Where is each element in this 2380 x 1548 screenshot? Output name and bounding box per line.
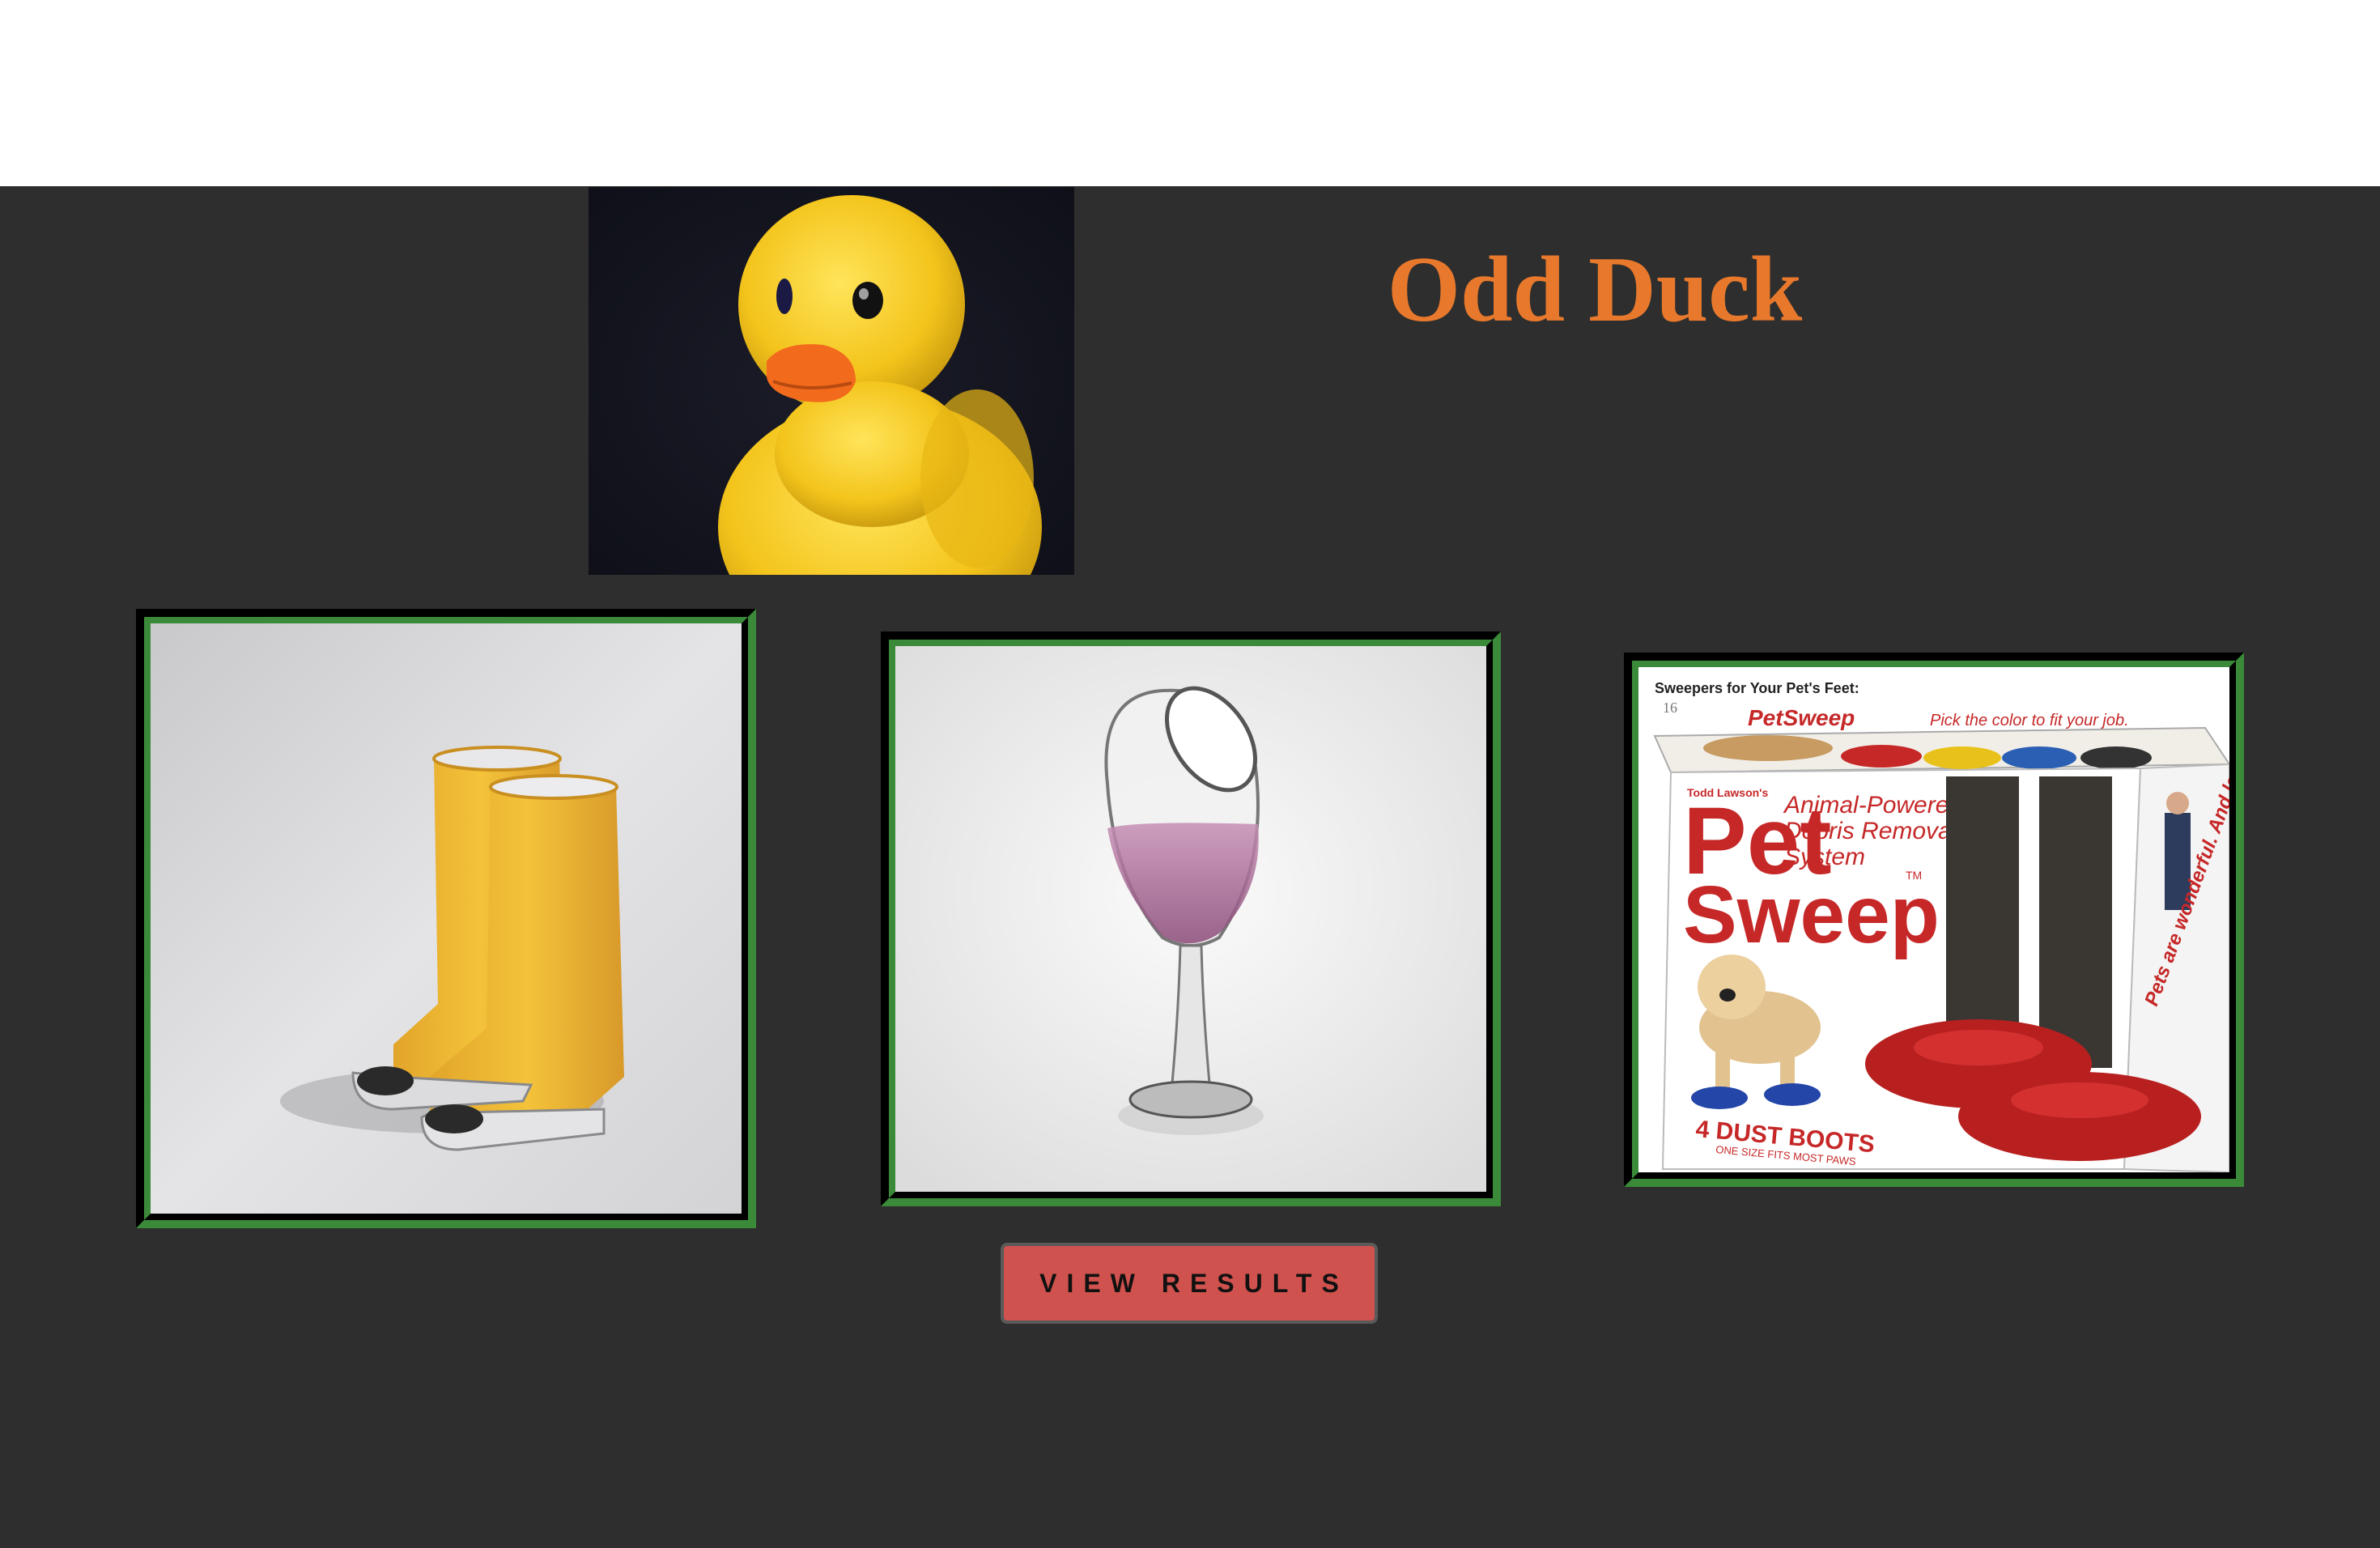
svg-text:Sweep: Sweep bbox=[1683, 870, 1940, 960]
page-title: Odd Duck bbox=[1387, 238, 1803, 342]
rubber-duck-logo bbox=[589, 187, 1074, 575]
product-frame: Sweepers for Your Pet's Feet: 16 PetSwee… bbox=[1632, 661, 2236, 1179]
product-image-wine-glass[interactable] bbox=[881, 632, 1501, 1206]
wine-glass-icon bbox=[895, 646, 1486, 1192]
rubber-duck-icon bbox=[589, 187, 1074, 575]
svg-text:Sweepers for Your Pet's Feet:: Sweepers for Your Pet's Feet: bbox=[1655, 680, 1859, 696]
product-image-boots[interactable] bbox=[136, 609, 756, 1228]
page: Odd Duck Sweepers for Your Pet's Feet: 1… bbox=[0, 0, 2380, 1548]
svg-text:Debris Removal: Debris Removal bbox=[1784, 818, 1958, 844]
svg-text:Animal-Powered: Animal-Powered bbox=[1783, 792, 1963, 819]
rain-boots-icon bbox=[151, 623, 742, 1214]
svg-text:System: System bbox=[1784, 844, 1865, 870]
top-margin bbox=[0, 0, 2380, 186]
view-results-button[interactable]: VIEW RESULTS bbox=[1001, 1243, 1378, 1324]
pet-sweep-box-icon: Sweepers for Your Pet's Feet: 16 PetSwee… bbox=[1638, 667, 2229, 1172]
voting-area: Odd Duck Sweepers for Your Pet's Feet: 1… bbox=[0, 186, 2380, 1548]
svg-text:PetSweep: PetSweep bbox=[1748, 705, 1855, 730]
svg-text:TM: TM bbox=[1906, 869, 1922, 882]
svg-text:Pick the color to fit your job: Pick the color to fit your job. bbox=[1930, 712, 2129, 729]
product-frame bbox=[144, 617, 748, 1220]
product-image-pet-sweep[interactable]: Sweepers for Your Pet's Feet: 16 PetSwee… bbox=[1624, 653, 2244, 1187]
product-frame bbox=[889, 640, 1493, 1198]
svg-text:16: 16 bbox=[1663, 700, 1677, 716]
